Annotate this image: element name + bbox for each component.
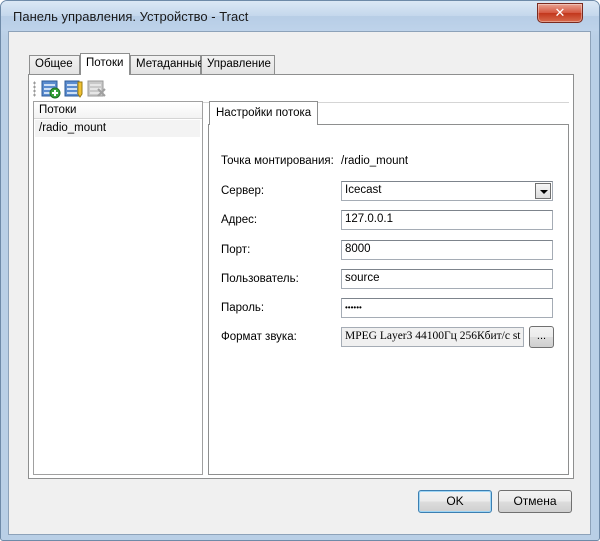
window-title: Панель управления. Устройство - Tract [13,9,249,24]
audio-format-label: Формат звука: [221,331,297,343]
tab-metadata[interactable]: Метаданные [130,55,204,74]
mount-point-label: Точка монтирования: [221,155,334,167]
list-item[interactable]: /radio_mount [35,120,200,137]
mount-point-row: Точка монтирования: /radio_mount [221,151,561,173]
streams-list[interactable]: Потоки /radio_mount [33,101,203,475]
password-input[interactable]: •••••• [341,298,553,318]
audio-format-field: MPEG Layer3 44100Гц 256Кбит/с st [341,327,524,347]
tab-general[interactable]: Общее [29,55,80,74]
edit-stream-button[interactable] [64,79,84,99]
add-stream-button[interactable] [41,79,61,99]
server-row: Сервер: Icecast [221,181,561,203]
address-input[interactable]: 127.0.0.1 [341,210,553,230]
close-button[interactable]: ✕ [537,3,583,23]
delete-stream-icon [87,80,106,97]
delete-stream-button[interactable] [87,79,107,99]
close-icon: ✕ [554,5,566,20]
add-stream-icon [41,80,61,99]
tab-stream-settings[interactable]: Настройки потока [209,101,319,125]
user-input[interactable]: source [341,269,553,289]
password-label: Пароль: [221,302,265,314]
streams-toolbar [33,78,569,103]
port-row: Порт: 8000 [221,240,561,262]
tab-streams[interactable]: Потоки [80,53,130,75]
tab-control[interactable]: Управление [201,55,275,74]
mount-point-value: /radio_mount [341,155,409,167]
server-select[interactable]: Icecast [341,181,553,201]
address-label: Адрес: [221,214,258,226]
port-label: Порт: [221,244,251,256]
dialog-client-area: Общее Потоки Метаданные Управление Поток… [8,31,591,535]
chevron-down-icon[interactable] [535,183,551,199]
server-label: Сервер: [221,185,265,197]
title-bar[interactable]: Панель управления. Устройство - Tract ✕ [1,1,599,31]
ok-button[interactable]: OK [418,490,492,513]
password-row: Пароль: •••••• [221,298,561,320]
audio-format-row: Формат звука: MPEG Layer3 44100Гц 256Кби… [221,326,561,349]
user-label: Пользователь: [221,273,299,285]
cancel-button[interactable]: Отмена [498,490,572,513]
address-row: Адрес: 127.0.0.1 [221,210,561,232]
user-row: Пользователь: source [221,269,561,291]
streams-tab-panel: Потоки /radio_mount Настройки потока Точ… [28,74,574,479]
dialog-window: Панель управления. Устройство - Tract ✕ … [0,0,600,541]
edit-stream-icon [64,80,83,98]
toolbar-grip[interactable] [33,81,36,97]
streams-list-header[interactable]: Потоки [34,102,202,119]
stream-settings-panel: Точка монтирования: /radio_mount Сервер:… [208,124,569,475]
port-input[interactable]: 8000 [341,240,553,260]
audio-format-browse-button[interactable]: ... [529,326,554,348]
